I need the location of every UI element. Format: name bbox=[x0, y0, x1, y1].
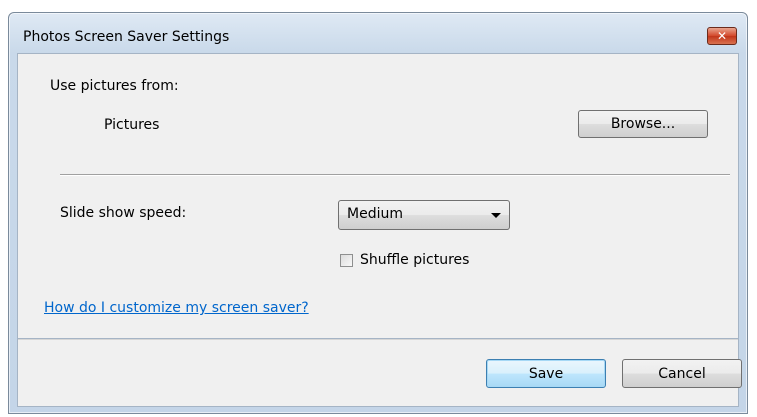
dialog-footer: Save Cancel bbox=[17, 339, 742, 407]
save-button[interactable]: Save bbox=[486, 359, 606, 388]
settings-panel: Use pictures from: Pictures Browse... Sl… bbox=[17, 53, 739, 339]
cancel-button[interactable]: Cancel bbox=[622, 359, 742, 388]
dialog-window: Photos Screen Saver Settings ✕ Use pictu… bbox=[8, 12, 748, 414]
window-title: Photos Screen Saver Settings bbox=[23, 29, 230, 45]
footer-divider bbox=[18, 339, 738, 340]
close-button[interactable]: ✕ bbox=[707, 27, 737, 45]
chevron-down-icon bbox=[491, 213, 501, 218]
browse-button[interactable]: Browse... bbox=[578, 110, 708, 138]
title-bar[interactable]: Photos Screen Saver Settings ✕ bbox=[9, 13, 747, 49]
customize-help-link[interactable]: How do I customize my screen saver? bbox=[44, 300, 309, 316]
picture-folder-name: Pictures bbox=[104, 117, 160, 133]
section-divider bbox=[60, 174, 730, 176]
close-icon: ✕ bbox=[716, 29, 728, 43]
shuffle-pictures-checkbox[interactable] bbox=[340, 254, 353, 267]
use-pictures-from-label: Use pictures from: bbox=[50, 78, 179, 94]
slide-show-speed-label: Slide show speed: bbox=[60, 205, 187, 221]
shuffle-pictures-label[interactable]: Shuffle pictures bbox=[360, 252, 469, 268]
slide-show-speed-value: Medium bbox=[347, 206, 403, 222]
slide-show-speed-dropdown[interactable]: Medium bbox=[338, 200, 510, 230]
